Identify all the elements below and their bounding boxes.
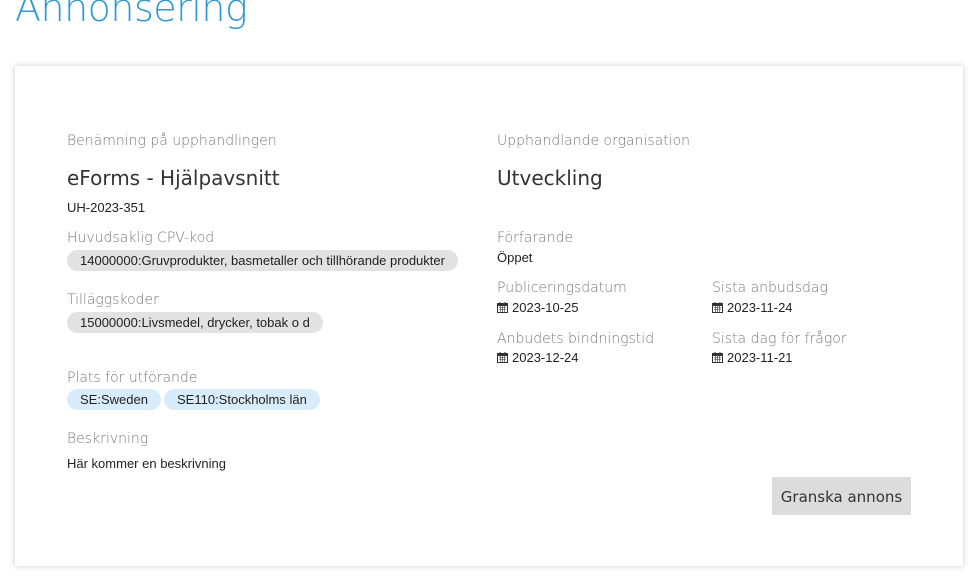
binding-period-label: Anbudets bindningstid [497, 331, 655, 347]
place-chip-region: SE110:Stockholms län [164, 389, 320, 410]
place-label: Plats för utförande [67, 370, 198, 386]
publication-date-value: 2023-10-25 [512, 300, 579, 315]
procedure-value: Öppet [497, 250, 533, 265]
description-value: Här kommer en beskrivning [67, 456, 226, 471]
page-title: Annonsering [15, 0, 248, 30]
questions-deadline: 2023-11-21 [712, 350, 793, 365]
tender-deadline-label: Sista anbudsdag [712, 280, 828, 296]
publication-date-label: Publiceringsdatum [497, 280, 627, 296]
calendar-icon [497, 302, 508, 313]
description-label: Beskrivning [67, 431, 149, 447]
tender-deadline-value: 2023-11-24 [727, 300, 793, 315]
cpv-chip: 14000000:Gruvprodukter, basmetaller och … [67, 250, 458, 271]
procedure-label: Förfarande [497, 230, 574, 246]
procurement-name: eForms - Hjälpavsnitt [67, 166, 280, 190]
tender-deadline: 2023-11-24 [712, 300, 793, 315]
additional-code-chip: 15000000:Livsmedel, drycker, tobak o d [67, 312, 323, 333]
cpv-label: Huvudsaklig CPV-kod [67, 230, 215, 246]
publication-date: 2023-10-25 [497, 300, 579, 315]
place-chip-country: SE:Sweden [67, 389, 161, 410]
calendar-icon [497, 352, 508, 363]
questions-deadline-label: Sista dag för frågor [712, 331, 847, 347]
additional-codes-label: Tilläggskoder [67, 292, 159, 308]
questions-deadline-value: 2023-11-21 [727, 350, 793, 365]
calendar-icon [712, 302, 723, 313]
review-ad-button[interactable]: Granska annons [772, 477, 911, 515]
procurement-name-label: Benämning på upphandlingen [67, 133, 277, 149]
calendar-icon [712, 352, 723, 363]
procurement-reference: UH-2023-351 [67, 200, 146, 215]
organisation-name: Utveckling [497, 166, 603, 190]
procurement-card: Benämning på upphandlingen eForms - Hjäl… [15, 66, 963, 566]
binding-period: 2023-12-24 [497, 350, 579, 365]
organisation-label: Upphandlande organisation [497, 133, 691, 149]
binding-period-value: 2023-12-24 [512, 350, 579, 365]
